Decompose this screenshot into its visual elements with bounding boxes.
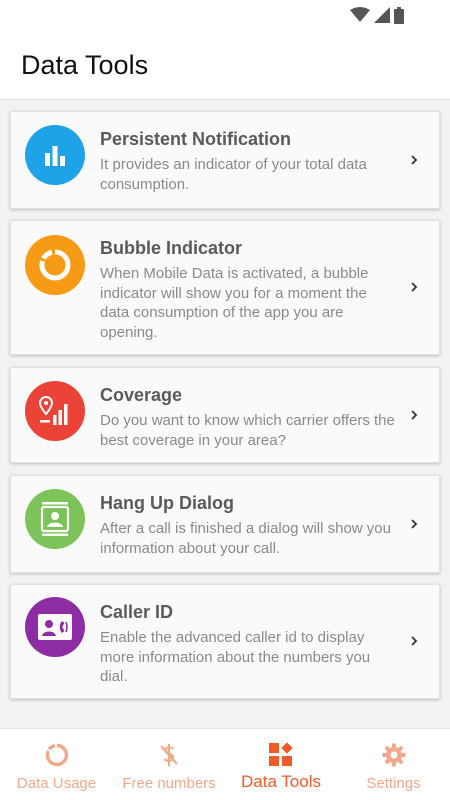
chevron-right-icon <box>411 636 418 646</box>
tool-card-hang-up-dialog[interactable]: Hang Up Dialog After a call is finished … <box>10 475 440 573</box>
nav-label: Settings <box>366 775 421 792</box>
tool-card-persistent-notification[interactable]: Persistent Notification It provides an i… <box>10 111 440 209</box>
contact-card-icon <box>25 489 85 549</box>
tool-description: After a call is finished a dialog will s… <box>100 520 391 557</box>
tool-description: Do you want to know which carrier offers… <box>100 412 395 449</box>
tool-title: Coverage <box>100 385 183 405</box>
tool-description: When Mobile Data is activated, a bubble … <box>100 265 369 341</box>
bar-chart-icon <box>25 125 85 185</box>
tools-list: Persistent Notification It provides an i… <box>0 100 450 728</box>
tool-title: Persistent Notification <box>100 129 292 149</box>
bottom-navigation: Data Usage Free numbers Data Tools Setti… <box>0 728 450 800</box>
chevron-right-icon <box>411 282 418 292</box>
ring-icon <box>25 235 85 295</box>
nav-item-settings[interactable]: Settings <box>337 729 450 800</box>
chevron-right-icon <box>411 410 418 420</box>
tool-card-bubble-indicator[interactable]: Bubble Indicator When Mobile Data is act… <box>10 220 440 355</box>
tools-grid-icon <box>268 742 294 767</box>
no-dollar-icon <box>158 743 180 767</box>
nav-item-data-tools[interactable]: Data Tools <box>225 729 337 800</box>
nav-item-data-usage[interactable]: Data Usage <box>0 729 113 800</box>
nav-label: Free numbers <box>122 775 216 792</box>
page-title: Data Tools <box>21 50 149 80</box>
battery-icon <box>394 6 404 24</box>
tool-card-caller-id[interactable]: Caller ID Enable the advanced caller id … <box>10 584 440 699</box>
caller-id-icon <box>25 597 85 657</box>
nav-label: Data Tools <box>240 772 321 791</box>
app-bar: Data Tools <box>0 30 450 100</box>
tool-description: It provides an indicator of your total d… <box>100 156 367 193</box>
status-icons <box>350 6 404 24</box>
tool-title: Bubble Indicator <box>100 238 243 258</box>
wifi-icon <box>350 7 370 22</box>
status-bar <box>0 0 450 30</box>
chevron-right-icon <box>411 155 418 165</box>
tool-title: Hang Up Dialog <box>100 493 234 513</box>
location-signal-icon <box>25 381 85 441</box>
nav-item-free-numbers[interactable]: Free numbers <box>113 729 225 800</box>
nav-label: Data Usage <box>16 775 97 792</box>
gear-icon <box>382 743 406 767</box>
tool-card-coverage[interactable]: Coverage Do you want to know which carri… <box>10 367 440 463</box>
chevron-right-icon <box>411 519 418 529</box>
cell-signal-icon <box>374 7 390 23</box>
tool-description: Enable the advanced caller id to display… <box>100 629 371 685</box>
tool-title: Caller ID <box>100 602 174 622</box>
ring-icon <box>45 743 69 767</box>
